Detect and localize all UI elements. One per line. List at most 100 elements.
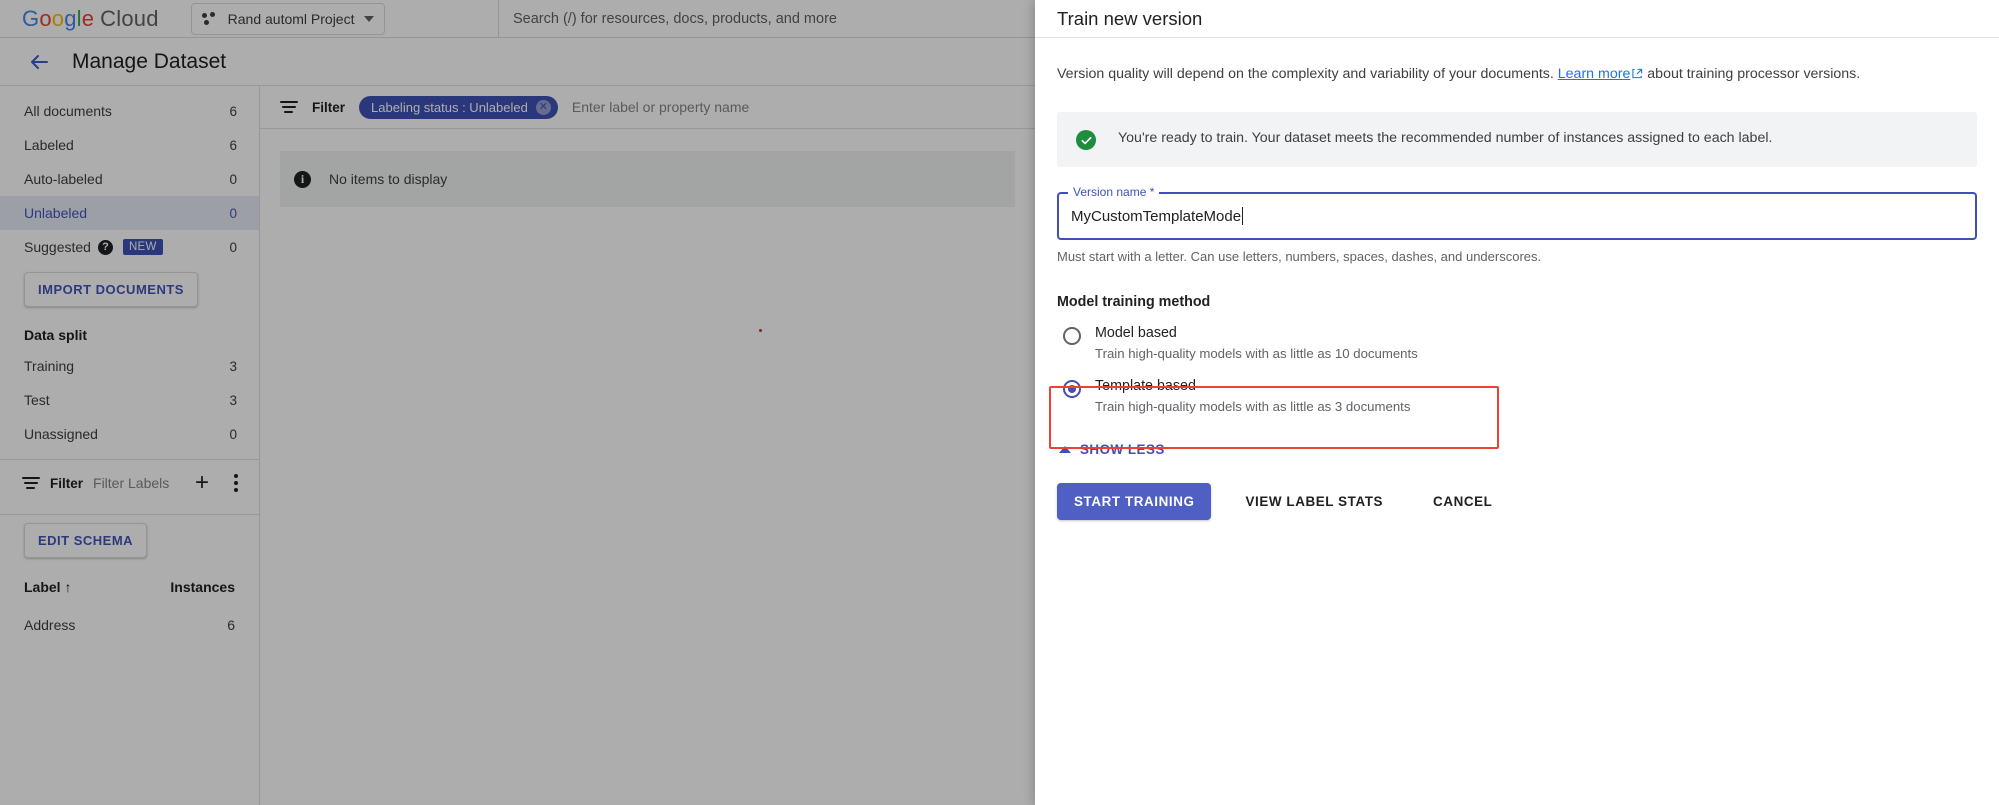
project-name: Rand automl Project xyxy=(228,11,355,27)
sidebar-item-test[interactable]: Test 3 xyxy=(0,383,259,417)
readiness-message: You're ready to train. Your dataset meet… xyxy=(1118,128,1772,149)
readiness-banner: You're ready to train. Your dataset meet… xyxy=(1057,112,1977,167)
filter-icon[interactable] xyxy=(22,476,40,490)
filter-chip-labeling-status[interactable]: Labeling status : Unlabeled ✕ xyxy=(359,96,558,119)
sidebar-item-count: 0 xyxy=(229,427,237,442)
train-new-version-drawer: Train new version Version quality will d… xyxy=(1035,0,1999,805)
sidebar-item-label: Unlabeled xyxy=(24,205,87,221)
filter-labels-input[interactable]: Filter Labels xyxy=(93,475,169,491)
sidebar-item-auto-labeled[interactable]: Auto-labeled 0 xyxy=(0,162,259,196)
version-name-input[interactable]: Version name * MyCustomTemplateMode xyxy=(1057,192,1977,240)
radio-button-icon-selected[interactable] xyxy=(1063,380,1081,398)
learn-more-link[interactable]: Learn more xyxy=(1558,66,1631,82)
top-navigation-bar: GoogleCloud Rand automl Project Search (… xyxy=(0,0,1035,38)
sidebar-item-unassigned[interactable]: Unassigned 0 xyxy=(0,417,259,451)
drawer-description: Version quality will depend on the compl… xyxy=(1057,64,1977,84)
sidebar-item-label: Unassigned xyxy=(24,426,98,442)
drawer-header: Train new version xyxy=(1035,0,1999,38)
radio-option-label: Model based xyxy=(1095,325,1177,341)
training-method-radio-group: Model based Train high-quality models wi… xyxy=(1057,320,1977,416)
add-label-icon[interactable]: + xyxy=(195,471,209,495)
sidebar-item-all-documents[interactable]: All documents 6 xyxy=(0,94,259,128)
radio-option-label: Template based xyxy=(1095,378,1196,394)
page-title: Manage Dataset xyxy=(72,50,226,74)
data-split-title: Data split xyxy=(0,317,259,349)
start-training-button[interactable]: START TRAINING xyxy=(1057,483,1211,520)
version-name-field-wrap: Version name * MyCustomTemplateMode Must… xyxy=(1057,192,1977,264)
screen-root: GoogleCloud Rand automl Project Search (… xyxy=(0,0,1999,805)
sidebar-item-label: Labeled xyxy=(24,137,74,153)
show-less-label: SHOW LESS xyxy=(1080,442,1165,457)
description-text-2: about training processor versions. xyxy=(1643,66,1860,82)
sidebar-item-label: All documents xyxy=(24,103,112,119)
sidebar-item-unlabeled[interactable]: Unlabeled 0 xyxy=(0,196,259,230)
sidebar-item-label: Training xyxy=(24,358,74,374)
sidebar-item-count: 0 xyxy=(229,240,237,255)
documents-content: Filter Labeling status : Unlabeled ✕ Ent… xyxy=(260,86,1035,805)
version-name-label: Version name * xyxy=(1068,185,1159,199)
label-filter-row: Filter Filter Labels + xyxy=(0,460,259,506)
sidebar-item-count: 0 xyxy=(229,172,237,187)
search-placeholder: Search (/) for resources, docs, products… xyxy=(513,11,837,27)
page-header: Manage Dataset xyxy=(0,38,1035,86)
sidebar-item-count: 3 xyxy=(229,359,237,374)
empty-state-text: No items to display xyxy=(329,171,447,187)
filter-chip-text: Labeling status : Unlabeled xyxy=(371,100,528,115)
drawer-action-row: START TRAINING VIEW LABEL STATS CANCEL xyxy=(1057,483,1977,520)
show-less-toggle[interactable]: SHOW LESS xyxy=(1059,442,1165,457)
drawer-body: Version quality will depend on the compl… xyxy=(1035,38,1999,520)
text-cursor xyxy=(1242,207,1243,225)
import-documents-button[interactable]: IMPORT DOCUMENTS xyxy=(24,272,198,307)
drawer-title: Train new version xyxy=(1057,8,1202,30)
sidebar-item-count: 0 xyxy=(229,206,237,221)
documents-toolbar: Filter Labeling status : Unlabeled ✕ Ent… xyxy=(260,86,1035,129)
filter-input[interactable]: Enter label or property name xyxy=(572,99,749,115)
google-cloud-logo[interactable]: GoogleCloud xyxy=(22,6,159,32)
view-label-stats-button[interactable]: VIEW LABEL STATS xyxy=(1229,483,1399,520)
sidebar-item-labeled[interactable]: Labeled 6 xyxy=(0,128,259,162)
empty-state-banner: i No items to display xyxy=(280,151,1015,207)
project-icon xyxy=(202,12,218,26)
schema-table-header: Label ↑ Instances xyxy=(0,568,259,606)
sidebar-item-label: Auto-labeled xyxy=(24,171,103,187)
radio-option-sublabel: Train high-quality models with as little… xyxy=(1095,399,1410,414)
sidebar-item-training[interactable]: Training 3 xyxy=(0,349,259,383)
radio-option-template-based[interactable]: Template based Train high-quality models… xyxy=(1057,373,1977,416)
check-circle-icon xyxy=(1076,130,1096,150)
filter-label: Filter xyxy=(312,100,345,115)
info-icon: i xyxy=(294,171,311,188)
cursor-marker-dot xyxy=(759,329,762,332)
schema-col-label[interactable]: Label ↑ xyxy=(24,579,71,595)
training-method-title: Model training method xyxy=(1057,294,1977,310)
global-search[interactable]: Search (/) for resources, docs, products… xyxy=(498,0,1035,38)
sidebar-item-count: 3 xyxy=(229,393,237,408)
version-name-hint: Must start with a letter. Can use letter… xyxy=(1057,249,1977,264)
schema-col-instances: Instances xyxy=(170,579,235,595)
schema-panel: EDIT SCHEMA Label ↑ Instances Address 6 xyxy=(0,515,259,644)
sidebar-item-label: Test xyxy=(24,392,50,408)
sidebar-item-count: 6 xyxy=(229,138,237,153)
description-text-1: Version quality will depend on the compl… xyxy=(1057,66,1558,82)
back-arrow-icon[interactable] xyxy=(26,49,52,75)
sidebar-item-suggested[interactable]: Suggested ? NEW 0 xyxy=(0,230,259,264)
chevron-down-icon xyxy=(364,16,374,22)
edit-schema-button[interactable]: EDIT SCHEMA xyxy=(24,523,147,558)
chevron-up-icon xyxy=(1059,446,1071,453)
sidebar-item-count: 6 xyxy=(229,104,237,119)
new-badge: NEW xyxy=(123,239,163,255)
cancel-button[interactable]: CANCEL xyxy=(1417,483,1508,520)
schema-row-instances: 6 xyxy=(227,617,235,633)
project-selector[interactable]: Rand automl Project xyxy=(191,3,386,35)
close-icon[interactable]: ✕ xyxy=(536,100,551,115)
help-icon[interactable]: ? xyxy=(98,240,113,255)
radio-option-model-based[interactable]: Model based Train high-quality models wi… xyxy=(1057,320,1977,363)
cloud-wordmark: Cloud xyxy=(100,6,158,31)
more-options-icon[interactable] xyxy=(227,474,245,492)
filter-label: Filter xyxy=(50,476,83,491)
radio-button-icon[interactable] xyxy=(1063,327,1081,345)
sort-ascending-icon: ↑ xyxy=(64,579,71,595)
filter-icon[interactable] xyxy=(280,100,298,114)
schema-row-label: Address xyxy=(24,617,75,633)
sidebar-item-label: Suggested xyxy=(24,239,91,255)
table-row[interactable]: Address 6 xyxy=(0,606,259,644)
